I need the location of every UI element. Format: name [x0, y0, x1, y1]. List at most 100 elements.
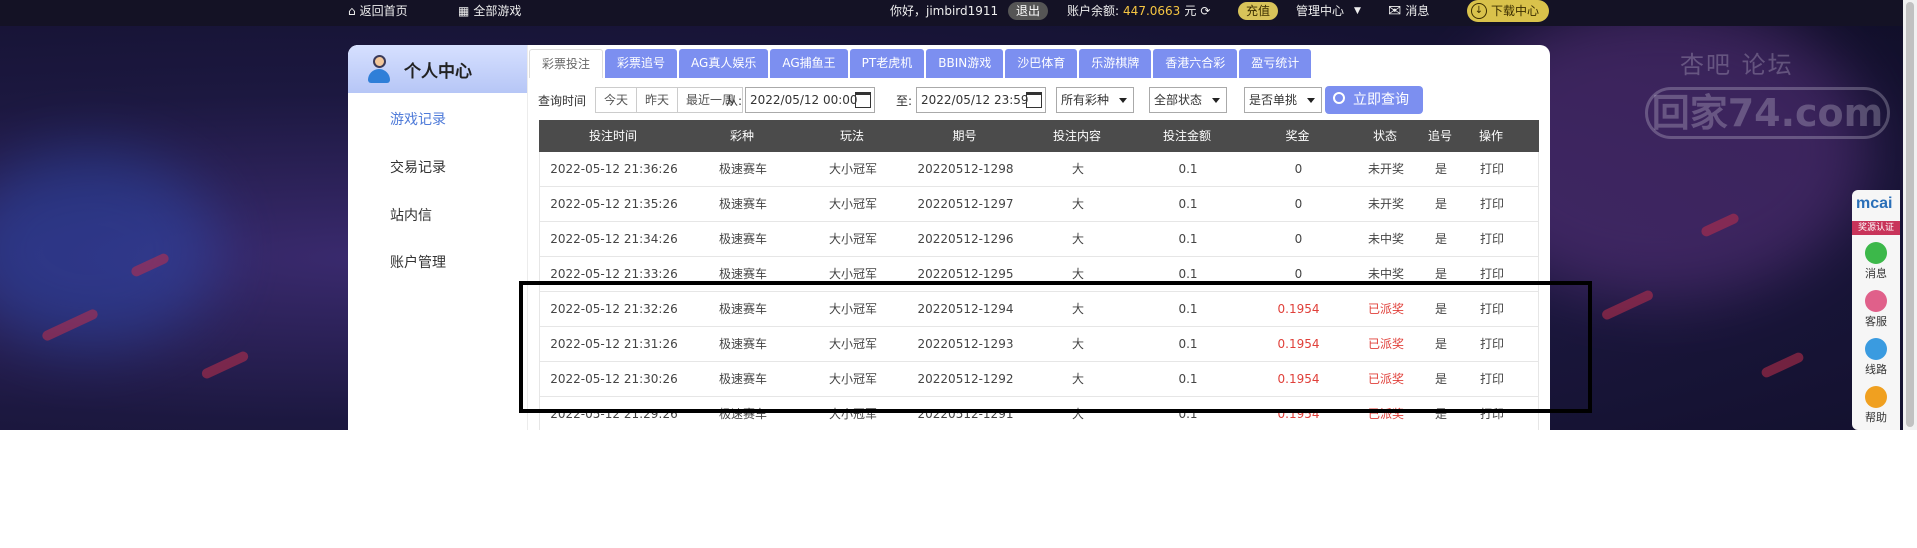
from-date-value: 2022/05/12 00:00 — [750, 93, 858, 107]
rightbar-service[interactable]: 客服 — [1852, 288, 1900, 332]
watermark-top: 杏吧 论坛 — [1680, 51, 1794, 79]
logout-label: 退出 — [1008, 2, 1049, 20]
tab-bar: 彩票投注 彩票追号 AG真人娱乐 AG捕鱼王 PT老虎机 BBIN游戏 沙巴体育… — [529, 49, 1312, 78]
from-date-input[interactable]: 2022/05/12 00:00 — [745, 87, 875, 113]
sidebar-title: 个人中心 — [404, 61, 472, 82]
from-label: 从: — [726, 94, 743, 108]
messages-link[interactable]: ✉ 消息 — [1388, 0, 1429, 22]
cell-action[interactable]: 打印 — [1464, 187, 1520, 221]
home-icon: ⌂ — [348, 4, 356, 18]
chevron-down-icon — [1212, 98, 1220, 103]
cell-status: 未开奖 — [1367, 197, 1404, 211]
topbar: ⌂ 返回首页 ▦ 全部游戏 你好，jimbird1911 退出 账户余额: 44… — [0, 0, 1903, 26]
cell-lottery: 极速赛车 — [718, 197, 767, 211]
quick-range-group: 今天 昨天 最近一周 — [595, 87, 744, 113]
cell-play: 大小冠军 — [828, 232, 877, 246]
col-header-play: 玩法 — [839, 129, 864, 143]
rightbar-help[interactable]: 帮助 — [1852, 384, 1900, 428]
all-games-link[interactable]: ▦ 全部游戏 — [458, 0, 521, 22]
cell-bet-time: 2022-05-12 21:35:26 — [550, 197, 678, 211]
cell-issue: 20220512-1298 — [917, 162, 1014, 176]
rightbar-route[interactable]: 线路 — [1852, 336, 1900, 380]
logout-button[interactable]: 退出 — [1008, 0, 1049, 22]
cell-chase: 是 — [1434, 162, 1447, 176]
logo-text: mcai — [1856, 195, 1893, 212]
to-date-input[interactable]: 2022/05/12 23:59 — [916, 87, 1046, 113]
cell-lottery: 极速赛车 — [718, 232, 767, 246]
chevron-down-icon — [1307, 98, 1315, 103]
today-button[interactable]: 今天 — [596, 88, 638, 112]
home-link[interactable]: ⌂ 返回首页 — [348, 0, 408, 22]
user-icon — [366, 54, 392, 84]
cell-issue: 20220512-1297 — [917, 197, 1014, 211]
col-header-lottery: 彩种 — [729, 129, 754, 143]
right-floating-bar: mcai 奖源认证 消息 客服 线路 帮助 — [1852, 190, 1900, 430]
logo-badge: 奖源认证 — [1852, 221, 1900, 235]
download-button[interactable]: ↓ 下载中心 — [1467, 0, 1550, 22]
balance-value: 447.0663 — [1123, 4, 1181, 18]
messages-label: 消息 — [1405, 4, 1430, 18]
help-icon — [1865, 386, 1887, 408]
recharge-button[interactable]: 充值 — [1238, 0, 1279, 22]
query-button[interactable]: 立即查询 — [1325, 86, 1423, 114]
tab-ag-live[interactable]: AG真人娱乐 — [679, 49, 769, 78]
tab-hk-mark-six[interactable]: 香港六合彩 — [1153, 49, 1238, 78]
sidebar-item-transactions[interactable]: 交易记录 — [390, 157, 446, 177]
cell-content: 大 — [1071, 162, 1084, 176]
calendar-icon[interactable] — [855, 92, 871, 108]
watermark-domain: 回家74.com — [1645, 87, 1890, 139]
col-header-status: 状态 — [1372, 129, 1397, 143]
scrollbar-thumb[interactable] — [1906, 2, 1914, 427]
cell-play: 大小冠军 — [828, 197, 877, 211]
cell-status: 未中奖 — [1367, 232, 1404, 246]
cell-bet-time: 2022-05-12 21:34:26 — [550, 232, 678, 246]
tab-bbin[interactable]: BBIN游戏 — [926, 49, 1004, 78]
management-menu[interactable]: 管理中心 ▼ — [1296, 0, 1361, 22]
tab-saba-sports[interactable]: 沙巴体育 — [1005, 49, 1078, 78]
query-label: 立即查询 — [1353, 92, 1409, 108]
sidebar-item-account[interactable]: 账户管理 — [390, 252, 446, 272]
cell-lottery: 极速赛车 — [718, 162, 767, 176]
cell-chase: 是 — [1434, 197, 1447, 211]
filter-bar: 查询时间 今天 昨天 最近一周 从: 2022/05/12 00:00 至: 2… — [538, 86, 1548, 115]
yesterday-button[interactable]: 昨天 — [637, 88, 679, 112]
tab-leyou-chess[interactable]: 乐游棋牌 — [1079, 49, 1152, 78]
single-select[interactable]: 是否单挑 — [1244, 87, 1322, 113]
tab-ag-fishing[interactable]: AG捕鱼王 — [770, 49, 848, 78]
rightbar-messages-label: 消息 — [1865, 267, 1887, 280]
table-row: 2022-05-12 21:34:26 极速赛车 大小冠军 20220512-1296… — [539, 222, 1539, 257]
status-select[interactable]: 全部状态 — [1149, 87, 1227, 113]
download-pill: ↓ 下载中心 — [1467, 0, 1550, 22]
single-value: 是否单挑 — [1249, 93, 1298, 107]
cell-amount: 0.1 — [1178, 232, 1198, 246]
calendar-icon[interactable] — [1026, 92, 1042, 108]
tab-pt-slots[interactable]: PT老虎机 — [849, 49, 925, 78]
refresh-icon[interactable]: ⟳ — [1200, 0, 1210, 22]
cell-action[interactable]: 打印 — [1464, 222, 1520, 256]
chat-icon — [1865, 242, 1887, 264]
rightbar-messages[interactable]: 消息 — [1852, 240, 1900, 284]
sidebar-item-game-records[interactable]: 游戏记录 — [390, 109, 446, 129]
sidebar-item-inbox[interactable]: 站内信 — [390, 205, 432, 225]
rightbar-help-label: 帮助 — [1865, 411, 1887, 424]
balance: 账户余额: 447.0663 元 ⟳ — [1067, 0, 1210, 22]
tab-profit-stats[interactable]: 盈亏统计 — [1239, 49, 1312, 78]
cell-action[interactable]: 打印 — [1464, 152, 1520, 186]
balance-unit: 元 — [1184, 4, 1197, 18]
mcai-logo[interactable]: mcai 奖源认证 — [1852, 190, 1900, 238]
cell-content: 大 — [1071, 197, 1084, 211]
page-scrollbar[interactable] — [1903, 0, 1917, 430]
cell-play: 大小冠军 — [828, 162, 877, 176]
col-header-amount: 投注金额 — [1162, 129, 1211, 143]
download-icon: ↓ — [1471, 3, 1487, 19]
cell-prize: 0 — [1294, 197, 1303, 211]
rightbar-route-label: 线路 — [1865, 363, 1887, 376]
speed-icon — [1865, 338, 1887, 360]
cell-issue: 20220512-1296 — [917, 232, 1014, 246]
tab-lottery-bets[interactable]: 彩票投注 — [529, 49, 604, 78]
cell-amount: 0.1 — [1178, 197, 1198, 211]
col-header-action: 操作 — [1478, 129, 1503, 143]
cell-prize: 0 — [1294, 232, 1303, 246]
lottery-type-select[interactable]: 所有彩种 — [1056, 87, 1134, 113]
tab-lottery-chase[interactable]: 彩票追号 — [605, 49, 678, 78]
